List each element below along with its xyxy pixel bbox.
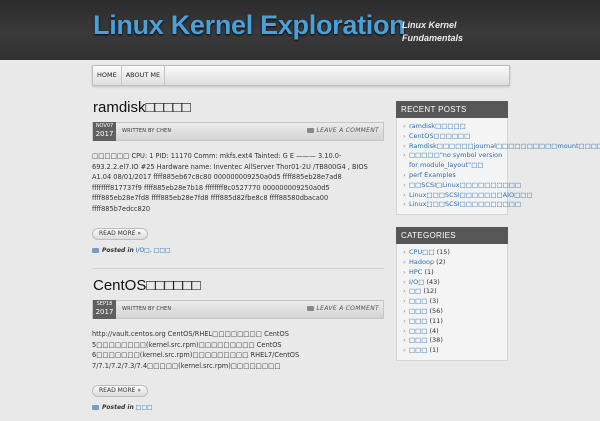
post: ramdisk□□□□□ NOV07 2017 WRITTEN BY CHEN … <box>92 99 384 254</box>
posts-column: ramdisk□□□□□ NOV07 2017 WRITTEN BY CHEN … <box>92 92 384 421</box>
categories-list: CPU□□ (15) Hadoop (2) HPC (1) I/O□ (43) … <box>397 248 503 356</box>
category-name: HPC <box>409 267 423 276</box>
category-count: (4) <box>429 326 439 335</box>
post-excerpt: □□□□□□ CPU: 1 PID: 11170 Comm: mkfs.ext4… <box>92 152 368 213</box>
recent-post-link[interactable]: □□□□□“no symbol version for module_layou… <box>403 151 503 171</box>
post-categories: Posted in □□□ <box>92 404 384 411</box>
category-count: (38) <box>429 336 443 345</box>
category-count: (11) <box>429 316 443 325</box>
nav-item-home[interactable]: HOME <box>93 66 122 85</box>
category-link[interactable]: I/O□, □□□ <box>136 247 171 254</box>
main-nav: HOME ABOUT ME <box>92 65 510 86</box>
category-count: (15) <box>436 248 450 257</box>
posted-in-label: Posted in <box>102 404 134 411</box>
category-item[interactable]: Hadoop (2) <box>403 258 503 268</box>
widget-title-categories: CATEGORIES <box>396 227 508 245</box>
category-name: □□□ <box>409 316 428 325</box>
category-name: □□□ <box>409 346 428 355</box>
category-count: (1) <box>429 346 439 355</box>
post: CentOS□□□□□□ SEP18 2017 WRITTEN BY CHEN … <box>92 277 384 411</box>
site-header: Linux Kernel Exploration Linux Kernel Fu… <box>0 0 600 60</box>
category-name: □□□ <box>409 297 428 306</box>
post-excerpt: http://vault.centos.org CentOS/RHEL□□□□□… <box>92 330 300 370</box>
category-link[interactable]: □□□ <box>136 404 153 411</box>
category-count: (12) <box>423 287 437 296</box>
posted-in-label: Posted in <box>102 247 134 254</box>
date-month-day: NOV07 <box>95 123 114 129</box>
category-name: □□□ <box>409 326 428 335</box>
category-item[interactable]: □□□ (1) <box>403 346 503 356</box>
folder-icon <box>92 405 99 410</box>
date-badge: NOV07 2017 <box>93 122 116 141</box>
recent-post-link[interactable]: perf Examples <box>403 171 503 181</box>
widget-body: ramdisk□□□□□ CentOS□□□□□□ Ramdisk□□□□□□j… <box>396 118 600 216</box>
category-item[interactable]: □□□ (56) <box>403 307 503 317</box>
post-author: WRITTEN BY CHEN <box>122 306 172 312</box>
recent-post-link[interactable]: ramdisk□□□□□ <box>403 122 503 132</box>
category-item[interactable]: □□□ (3) <box>403 297 503 307</box>
category-item[interactable]: □□ (12) <box>403 287 503 297</box>
category-name: □□□ <box>409 336 428 345</box>
date-month-day: SEP18 <box>96 301 113 307</box>
widget-title-recent-posts: RECENT POSTS <box>396 101 508 118</box>
category-count: (56) <box>429 306 443 315</box>
category-count: (2) <box>436 257 446 266</box>
leave-comment-label: LEAVE A COMMENT <box>316 127 379 134</box>
recent-posts-list: ramdisk□□□□□ CentOS□□□□□□ Ramdisk□□□□□□j… <box>397 122 600 210</box>
post-meta-bar: NOV07 2017 WRITTEN BY CHEN LEAVE A COMME… <box>92 122 384 141</box>
post-title[interactable]: CentOS□□□□□□ <box>93 277 384 295</box>
category-item[interactable]: □□□ (38) <box>403 336 503 346</box>
recent-post-link[interactable]: Linux□□□SCSI□□□□□□□□□□ <box>403 200 521 210</box>
site-title[interactable]: Linux Kernel Exploration <box>93 10 406 41</box>
category-item[interactable]: I/O□ (43) <box>403 278 503 288</box>
post-title[interactable]: ramdisk□□□□□ <box>93 99 384 117</box>
post-meta-bar: SEP18 2017 WRITTEN BY CHEN LEAVE A COMME… <box>92 300 384 319</box>
recent-post-link[interactable]: Ramdisk□□□□□□journal□□□□□□□□□□mount□□□□□… <box>403 142 600 152</box>
widget-body: CPU□□ (15) Hadoop (2) HPC (1) I/O□ (43) … <box>396 244 508 361</box>
category-name: □□ <box>409 287 422 296</box>
post-divider <box>92 268 384 269</box>
recent-posts-widget: RECENT POSTS ramdisk□□□□□ CentOS□□□□□□ R… <box>396 101 600 216</box>
sidebar: RECENT POSTS ramdisk□□□□□ CentOS□□□□□□ R… <box>396 101 600 373</box>
category-item[interactable]: □□□ (4) <box>403 327 503 337</box>
category-count: (1) <box>424 267 434 276</box>
leave-comment-link[interactable]: LEAVE A COMMENT <box>306 127 379 134</box>
comment-icon <box>306 128 314 133</box>
read-more-button[interactable]: READ MORE » <box>92 385 149 397</box>
category-name: □□□ <box>409 306 428 315</box>
folder-icon <box>92 248 99 253</box>
category-name: Hadoop <box>409 257 435 266</box>
site-tagline: Linux Kernel Fundamentals <box>402 20 464 43</box>
nav-item-about-me[interactable]: ABOUT ME <box>122 66 166 85</box>
date-year: 2017 <box>95 130 114 138</box>
category-count: (43) <box>426 277 440 286</box>
date-badge: SEP18 2017 <box>93 300 116 319</box>
leave-comment-link[interactable]: LEAVE A COMMENT <box>306 305 379 312</box>
category-item[interactable]: CPU□□ (15) <box>403 248 503 258</box>
post-author: WRITTEN BY CHEN <box>122 128 172 134</box>
categories-widget: CATEGORIES CPU□□ (15) Hadoop (2) HPC (1)… <box>396 227 508 361</box>
post-categories: Posted in I/O□, □□□ <box>92 247 384 254</box>
category-name: CPU□□ <box>409 248 435 257</box>
category-name: I/O□ <box>409 277 425 286</box>
category-count: (3) <box>429 297 439 306</box>
category-item[interactable]: □□□ (11) <box>403 317 503 327</box>
date-year: 2017 <box>95 308 114 316</box>
recent-post-link[interactable]: □□SCSI□Linux□□□□□□□□□□ <box>403 181 521 191</box>
recent-post-link[interactable]: CentOS□□□□□□ <box>403 132 503 142</box>
leave-comment-label: LEAVE A COMMENT <box>316 305 379 312</box>
recent-post-link[interactable]: Linux□□□SCSI□□□□□□□AIO□□□ <box>403 191 533 201</box>
category-item[interactable]: HPC (1) <box>403 268 503 278</box>
comment-icon <box>306 306 314 311</box>
read-more-button[interactable]: READ MORE » <box>92 228 149 240</box>
